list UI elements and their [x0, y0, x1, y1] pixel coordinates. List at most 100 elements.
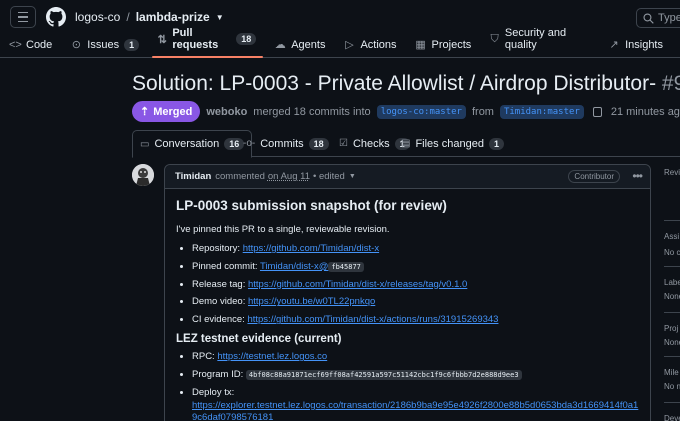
comment-list: Repository: https://github.com/Timidan/d… — [176, 243, 639, 327]
copy-icon[interactable] — [592, 106, 602, 117]
sidebar-divider — [664, 356, 680, 357]
repo-nav-item-code[interactable]: <> Code — [8, 39, 59, 57]
comment-edited[interactable]: • edited — [313, 171, 345, 182]
breadcrumb-owner[interactable]: logos-co — [75, 10, 120, 24]
item-link[interactable]: https://github.com/Timidan/dist-x/action… — [247, 314, 498, 325]
sidebar-label: Assi — [664, 232, 680, 241]
repo-nav-label: Pull requests — [172, 27, 219, 51]
page-title: Solution: LP-0003 - Private Allowlist / … — [132, 72, 680, 96]
repo-nav-item-actions[interactable]: ▷ Actions — [342, 38, 403, 57]
merge-icon: ⇡ — [140, 106, 150, 118]
actions-icon: ▷ — [345, 39, 354, 51]
insights-icon: ↗ — [609, 39, 619, 51]
repo-nav: <> Code ⊙ Issues 1 ⇅ Pull requests 18 ☁ Agents ▷ Ac… — [0, 27, 680, 58]
avatar-image — [132, 164, 154, 186]
repo-nav-label: Actions — [360, 38, 397, 51]
comment-action: commented — [215, 171, 265, 182]
tab-conversation[interactable]: ▭ Conversation 16 — [132, 130, 253, 158]
item-label: Pinned commit: — [192, 260, 258, 272]
repo-nav-item-security-and-quality[interactable]: ⛉ Security and quality — [488, 27, 597, 57]
sidebar-divider — [664, 402, 680, 403]
tab-commits[interactable]: -o- Commits 18 — [236, 130, 336, 157]
item-label: CI evidence: — [192, 314, 245, 326]
comment-heading-2: LEZ testnet evidence (current) — [176, 333, 342, 346]
github-logo-icon[interactable] — [46, 7, 66, 27]
pr-tabs: ▭ Conversation 16 -o- Commits 18 ☑ Checks 1 ▤ File… — [132, 130, 680, 158]
pr-title-text: Solution: LP-0003 - Private Allowlist / … — [132, 72, 662, 95]
timeline-comment: Timidan commented on Aug 11 • edited ▼ C… — [164, 164, 651, 421]
count-badge: 1 — [488, 137, 504, 150]
sidebar-divider — [664, 220, 680, 221]
sidebar-label: Mile — [664, 368, 679, 377]
breadcrumb-separator: / — [126, 10, 130, 24]
tab-label: Files changed — [415, 137, 484, 150]
shield-icon: ⛉ — [490, 32, 499, 45]
checks-icon: ☑ — [339, 138, 348, 149]
deploy-link[interactable]: https://explorer.testnet.lez.logos.co/tr… — [192, 400, 638, 421]
pull-request-icon: ⇅ — [157, 33, 167, 46]
base-branch[interactable]: logos-co:master — [376, 104, 466, 119]
search-input[interactable]: Type — [636, 8, 680, 28]
repo-nav-item-issues[interactable]: ⊙ Issues 1 — [69, 38, 146, 57]
list-item: Demo video: https://youtu.be/w0TL22pnkqo — [192, 296, 639, 309]
item-link[interactable]: Timidan/dist-x@ — [260, 261, 328, 272]
list-item: RPC: https://testnet.lez.logos.co — [192, 351, 639, 364]
sidebar-label[interactable]: No c — [664, 248, 680, 257]
program-id-code: 4bf08c88a91871ecf69ff08af42591a597c51142… — [245, 369, 522, 380]
repo-nav-label: Projects — [431, 38, 472, 51]
sidebar-label[interactable]: No n — [664, 382, 680, 391]
list-item: Release tag: https://github.com/Timidan/… — [192, 279, 639, 292]
repo-nav-item-pull-requests[interactable]: ⇅ Pull requests 18 — [152, 27, 264, 58]
sidebar-label[interactable]: None — [664, 292, 680, 301]
breadcrumb: logos-co / lambda-prize ▼ — [75, 10, 224, 24]
kebab-menu-icon[interactable]: ••• — [632, 169, 643, 183]
status-badge: ⇡ Merged — [132, 101, 201, 122]
sidebar-label[interactable]: Revi — [664, 168, 680, 177]
rpc-link[interactable]: https://testnet.lez.logos.co — [217, 351, 327, 362]
list-item: Deploy tx: https://explorer.testnet.lez.… — [192, 387, 639, 421]
avatar[interactable] — [132, 164, 154, 186]
repo-nav-item-agents[interactable]: ☁ Agents — [273, 38, 332, 57]
breadcrumb-repo[interactable]: lambda-prize — [136, 10, 210, 24]
repo-nav-item-projects[interactable]: ▦ Projects — [414, 38, 479, 57]
evidence-list: RPC: https://testnet.lez.logos.co Progra… — [176, 351, 639, 421]
search-placeholder: Type — [658, 12, 680, 24]
rpc-label: RPC: — [192, 351, 215, 363]
repo-nav-label: Code — [26, 39, 53, 51]
chevron-down-icon[interactable]: ▼ — [349, 173, 356, 180]
comment-date[interactable]: on Aug 11 — [268, 171, 310, 182]
comment-icon: ▭ — [140, 138, 150, 150]
comment-heading: LP-0003 submission snapshot (for review) — [176, 198, 447, 213]
repo-nav-label: Security and quality — [504, 27, 567, 51]
comment-intro: I've pinned this PR to a single, reviewa… — [176, 224, 390, 235]
role-badge: Contributor — [568, 170, 620, 183]
commit-sha-code[interactable]: fb45877 — [328, 261, 364, 272]
sidebar-label: Proj — [664, 324, 679, 333]
chevron-down-icon[interactable]: ▼ — [216, 13, 224, 22]
item-link[interactable]: https://youtu.be/w0TL22pnkqo — [248, 296, 375, 307]
menu-button[interactable] — [10, 6, 36, 28]
merge-text: merged 18 commits into — [253, 105, 371, 118]
repo-nav-label: Issues — [87, 38, 120, 51]
tab-files-changed[interactable]: ▤ Files changed 1 — [394, 130, 511, 157]
item-link[interactable]: https://github.com/Timidan/dist-x — [243, 243, 379, 254]
list-item: Pinned commit: Timidan/dist-x@fb45877 — [192, 261, 639, 274]
sidebar-divider — [664, 266, 680, 267]
from-text: from — [471, 105, 494, 118]
pr-number: #98 — [661, 72, 680, 95]
pr-author-link[interactable]: weboko — [206, 106, 247, 118]
repo-nav-item-insights[interactable]: ↗ Insights — [607, 38, 670, 57]
projects-icon: ▦ — [415, 39, 426, 51]
commit-icon: -o- — [243, 138, 256, 149]
head-branch[interactable]: Timidan:master — [499, 104, 584, 119]
comment-author[interactable]: Timidan — [175, 171, 211, 182]
status-badge-label: Merged — [153, 105, 193, 118]
item-link[interactable]: https://github.com/Timidan/dist-x/releas… — [248, 279, 467, 290]
merge-time: 21 minutes ago — [610, 105, 680, 118]
tab-label: Checks — [352, 137, 390, 150]
count-badge: 18 — [236, 33, 257, 45]
sidebar-label[interactable]: None — [664, 338, 680, 347]
sidebar-label: Labe — [664, 278, 680, 287]
pr-meta: ⇡ Merged weboko merged 18 commits into l… — [132, 101, 680, 122]
program-label: Program ID: — [192, 368, 244, 380]
